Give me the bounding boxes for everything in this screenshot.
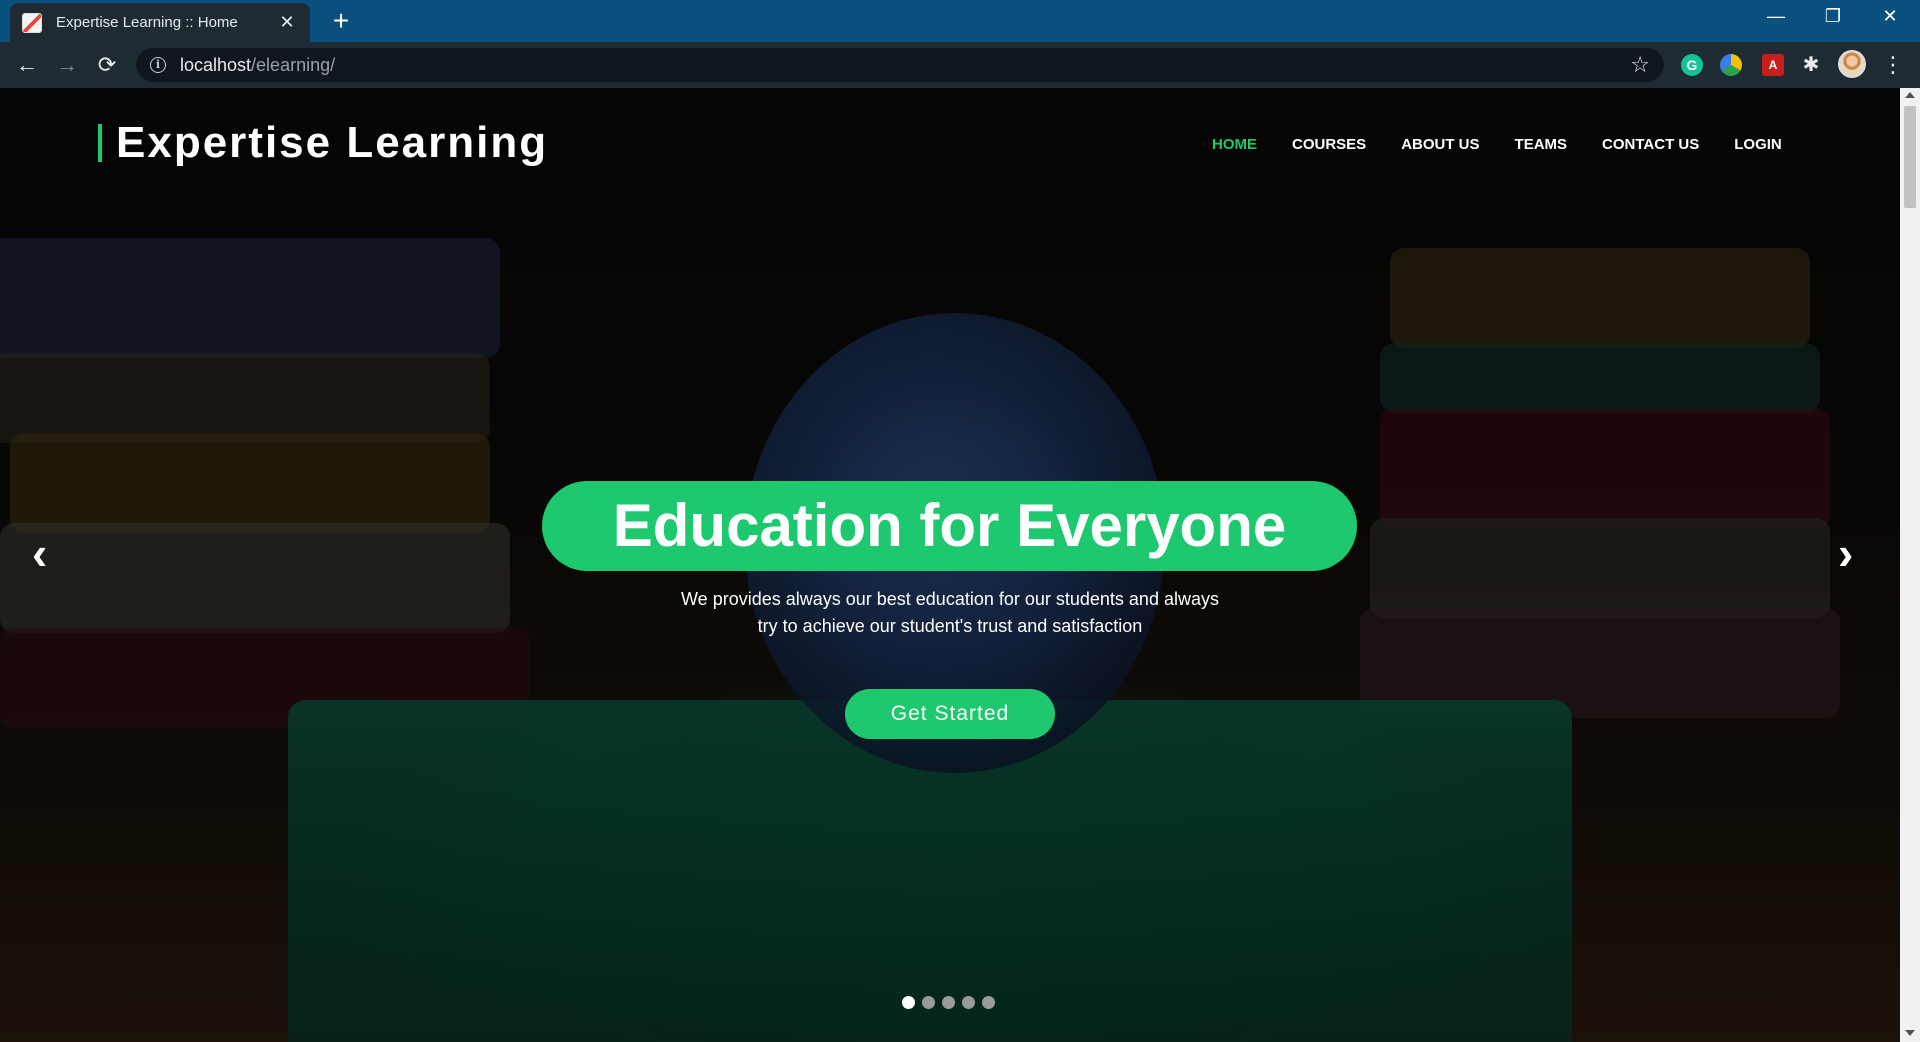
close-window-button[interactable]: ✕ xyxy=(1870,6,1910,27)
main-nav: HOME COURSES ABOUT US TEAMS CONTACT US L… xyxy=(1212,136,1782,153)
carousel-dot[interactable] xyxy=(902,996,915,1009)
pdf-extension-icon[interactable]: A xyxy=(1762,54,1784,76)
new-tab-button[interactable]: + xyxy=(326,6,356,36)
nav-contact-us[interactable]: CONTACT US xyxy=(1602,136,1699,153)
forward-button[interactable]: → xyxy=(52,50,82,80)
browser-title-bar: Expertise Learning :: Home ✕ + — ❐ ✕ xyxy=(0,0,1920,42)
url-text: localhost/elearning/ xyxy=(180,55,335,76)
extensions-puzzle-icon[interactable]: ✱ xyxy=(1800,54,1822,76)
tab-title: Expertise Learning :: Home xyxy=(56,14,238,31)
minimize-button[interactable]: — xyxy=(1756,6,1796,27)
hero-subtitle-line: try to achieve our student's trust and s… xyxy=(757,616,1143,636)
nav-teams[interactable]: TEAMS xyxy=(1515,136,1568,153)
bookmark-star-icon[interactable]: ☆ xyxy=(1630,52,1650,78)
back-button[interactable]: ← xyxy=(12,50,42,80)
restore-button[interactable]: ❐ xyxy=(1813,6,1853,27)
hero-title: Education for Everyone xyxy=(542,481,1357,571)
address-bar[interactable]: i localhost/elearning/ ☆ xyxy=(136,48,1664,82)
reload-button[interactable]: ⟳ xyxy=(92,50,122,80)
scroll-up-icon[interactable] xyxy=(1905,92,1915,98)
carousel-dot[interactable] xyxy=(922,996,935,1009)
grammarly-extension-icon[interactable]: G xyxy=(1681,54,1703,76)
close-tab-icon[interactable]: ✕ xyxy=(276,12,298,33)
profile-avatar[interactable] xyxy=(1838,50,1866,78)
nav-courses[interactable]: COURSES xyxy=(1292,136,1366,153)
nav-login[interactable]: LOGIN xyxy=(1734,136,1782,153)
carousel-dot[interactable] xyxy=(982,996,995,1009)
carousel-dot[interactable] xyxy=(942,996,955,1009)
page-scrollbar[interactable] xyxy=(1900,88,1920,1042)
get-started-button[interactable]: Get Started xyxy=(845,689,1055,739)
site-info-icon[interactable]: i xyxy=(150,57,166,73)
scroll-thumb[interactable] xyxy=(1904,106,1916,208)
hero-carousel: Expertise Learning HOME COURSES ABOUT US… xyxy=(0,88,1900,1042)
browser-tab[interactable]: Expertise Learning :: Home ✕ xyxy=(10,3,310,42)
favicon-icon xyxy=(22,12,42,33)
carousel-indicators xyxy=(902,996,995,1009)
nav-about-us[interactable]: ABOUT US xyxy=(1401,136,1479,153)
nav-home[interactable]: HOME xyxy=(1212,136,1257,153)
browser-toolbar: ← → ⟳ i localhost/elearning/ ☆ G A ✱ ⋮ xyxy=(0,42,1920,88)
chrome-extension-icon[interactable] xyxy=(1720,54,1742,76)
hero-subtitle: We provides always our best education fo… xyxy=(640,586,1260,640)
carousel-dot[interactable] xyxy=(962,996,975,1009)
carousel-next-icon[interactable]: › xyxy=(1838,528,1853,578)
site-logo[interactable]: Expertise Learning xyxy=(98,121,548,165)
url-host: localhost xyxy=(180,54,252,75)
url-path: /elearning/ xyxy=(251,54,336,75)
scroll-down-icon[interactable] xyxy=(1905,1030,1915,1036)
browser-menu-icon[interactable]: ⋮ xyxy=(1882,50,1904,80)
carousel-prev-icon[interactable]: ‹ xyxy=(32,528,47,578)
hero-subtitle-line: We provides always our best education fo… xyxy=(681,589,1219,609)
